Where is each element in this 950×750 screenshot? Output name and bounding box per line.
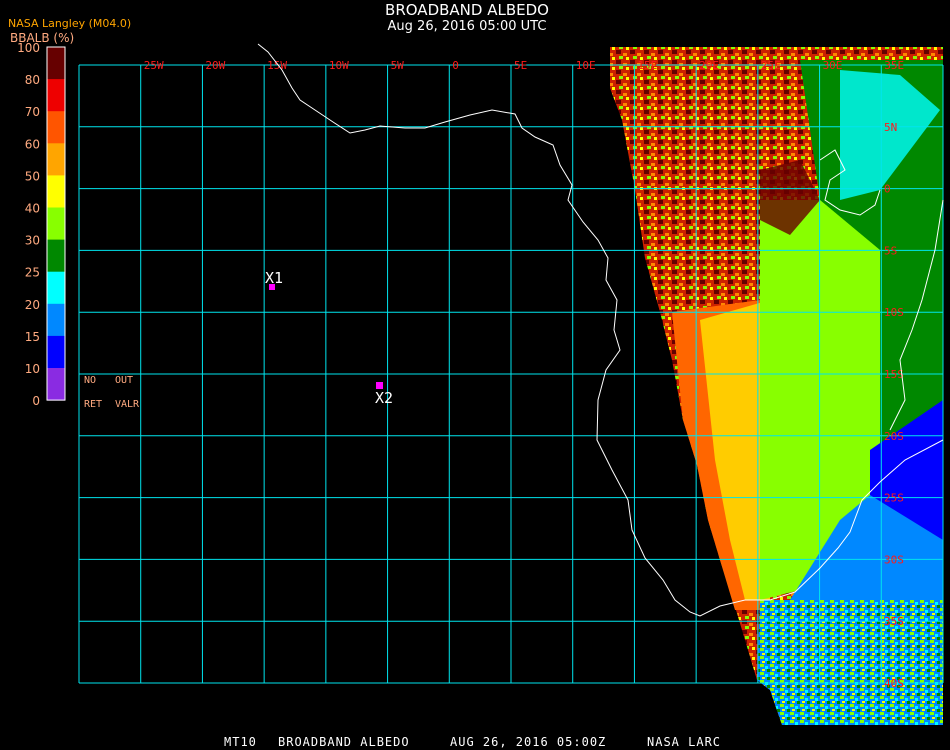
chart-title: BROADBAND ALBEDO [385, 1, 549, 19]
lat-label: 25S [884, 492, 904, 505]
note-valr: VALR [115, 399, 140, 410]
legend-tick: 20 [25, 298, 40, 312]
lat-label: 10S [884, 306, 904, 319]
legend-tick: 60 [25, 137, 40, 151]
map-canvas: 25W 20W 15W 10W 5W 0 5E 10E 15E 20E 25E 30E 35E 5N 0 5S… [8, 1, 944, 749]
legend-swatch [47, 175, 65, 208]
footer-datetime: AUG 26, 2016 05:00Z [450, 735, 606, 749]
color-legend: 100807060504030252015100 [17, 41, 66, 408]
legend-tick: 15 [25, 330, 40, 344]
marker-x2[interactable] [376, 382, 383, 389]
legend-tick: 0 [32, 394, 40, 408]
lon-label: 35E [884, 59, 904, 72]
lat-label: 5N [884, 121, 897, 134]
albedo-speckle-south [757, 600, 943, 725]
legend-tick: 70 [25, 105, 40, 119]
legend-swatch [47, 207, 65, 241]
legend-tick: 100 [17, 41, 40, 55]
marker-x2-label: X2 [375, 389, 393, 407]
note-no: NO [84, 375, 96, 386]
legend-swatch [47, 111, 65, 144]
lat-label: 20S [884, 430, 904, 443]
lon-label: 20E [699, 59, 719, 72]
legend-tick: 40 [25, 202, 40, 216]
lon-label: 10E [576, 59, 596, 72]
note-ret: RET [84, 399, 102, 410]
lon-label: 15E [637, 59, 657, 72]
footer-product: MT10 [224, 735, 257, 749]
lon-label: 25W [144, 59, 164, 72]
lon-label: 5W [391, 59, 405, 72]
legend-swatch [47, 303, 65, 337]
lat-label: 35S [884, 615, 904, 628]
lon-label: 25E [761, 59, 781, 72]
lat-label: 30S [884, 553, 904, 566]
footer-name: BROADBAND ALBEDO [278, 735, 410, 749]
lon-label: 10W [329, 59, 349, 72]
lon-label: 0 [452, 59, 459, 72]
lon-label: 20W [205, 59, 225, 72]
legend-swatch [47, 47, 65, 80]
chart-datetime: Aug 26, 2016 05:00 UTC [388, 19, 547, 34]
lat-label: 5S [884, 244, 897, 257]
legend-swatch [47, 271, 65, 305]
lat-label: 40S [884, 677, 904, 690]
source-label: NASA Langley (M04.0) [8, 17, 131, 30]
legend-tick: 80 [25, 73, 40, 87]
legend-swatch [47, 143, 65, 176]
legend-tick: 10 [25, 362, 40, 376]
legend-tick: 30 [25, 234, 40, 248]
legend-swatch [47, 239, 65, 273]
lon-label: 15W [267, 59, 287, 72]
legend-tick: 50 [25, 169, 40, 183]
lon-label: 5E [514, 59, 527, 72]
legend-swatch [47, 368, 65, 401]
marker-x1-label: X1 [265, 269, 283, 287]
legend-swatch [47, 335, 65, 369]
lon-label: 30E [823, 59, 843, 72]
lat-label: 0 [884, 183, 891, 196]
footer-org: NASA LARC [647, 735, 721, 749]
note-out: OUT [115, 375, 133, 386]
legend-swatch [47, 79, 65, 112]
legend-tick: 25 [25, 266, 40, 280]
